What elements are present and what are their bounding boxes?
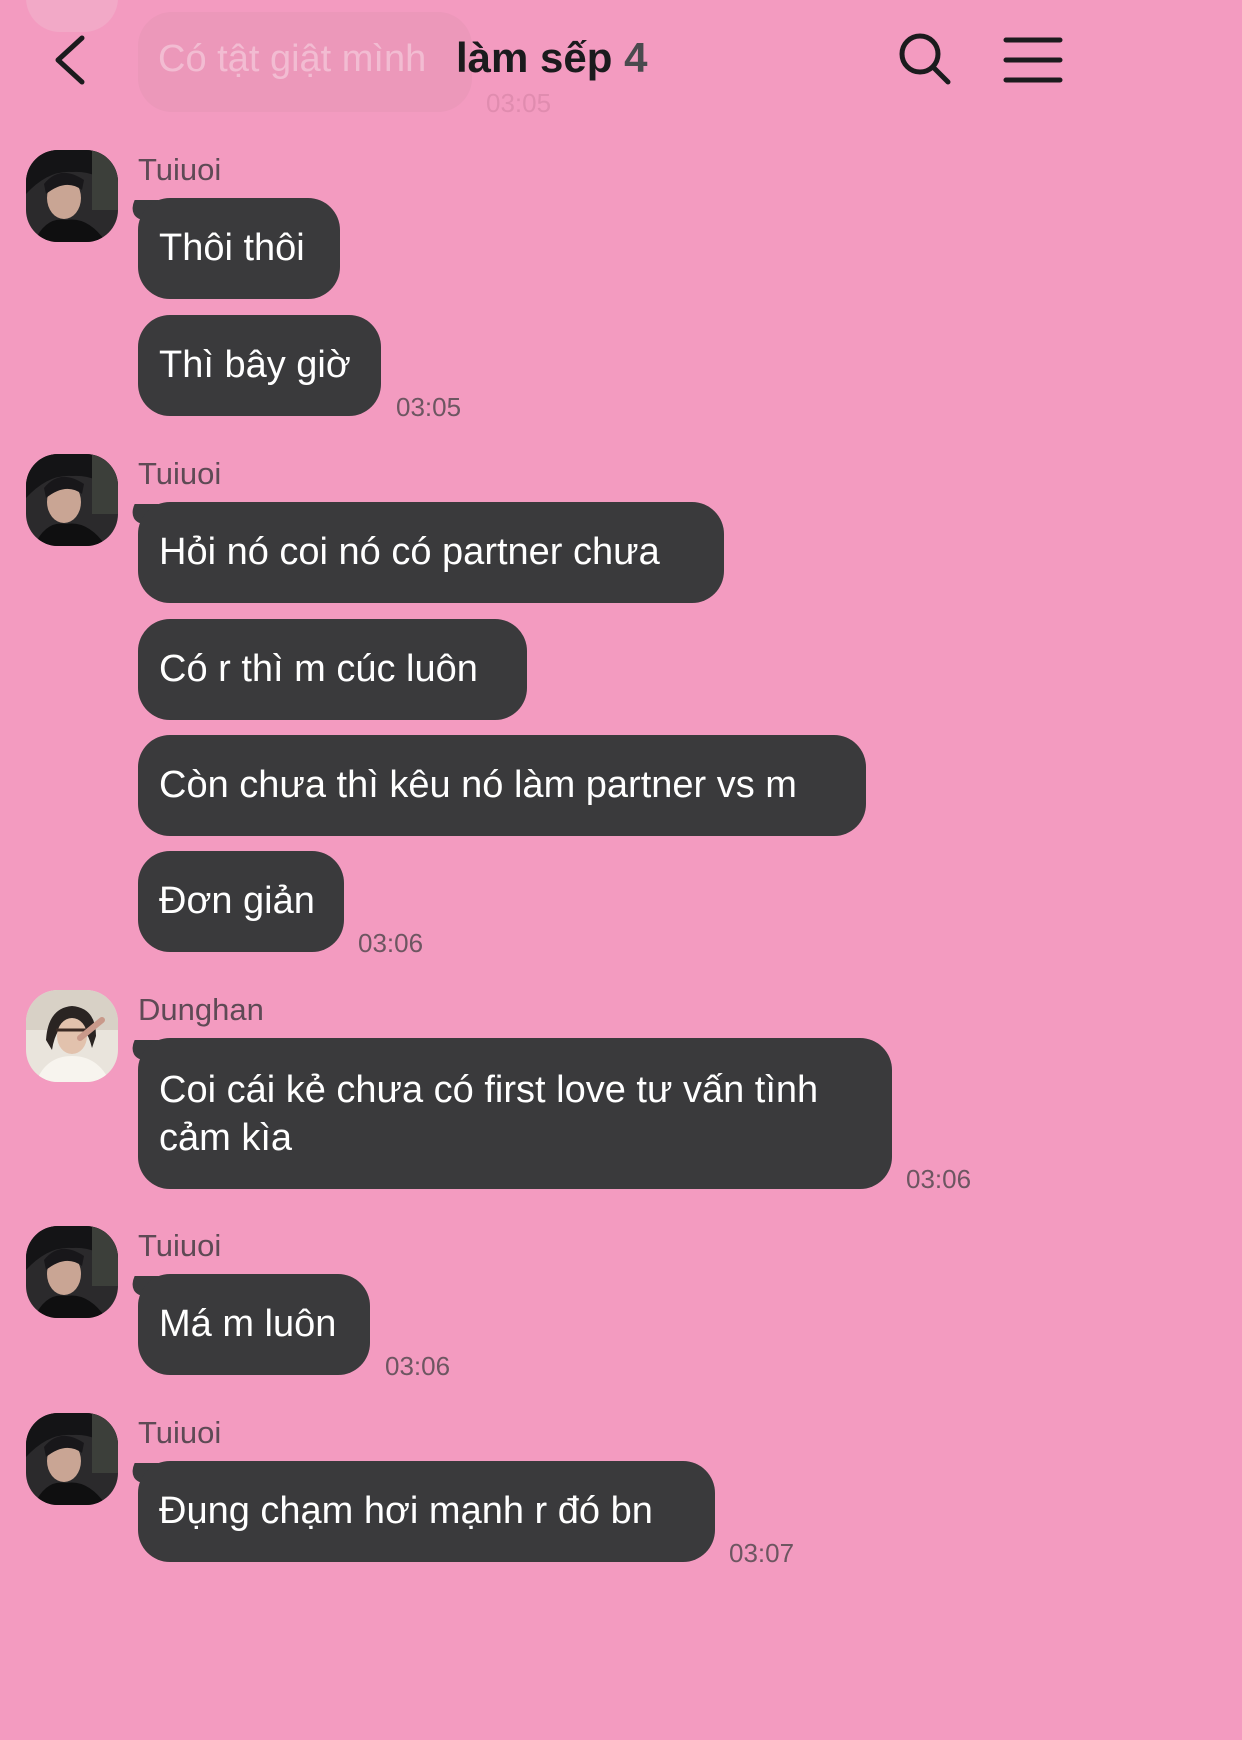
avatar-tuiuoi[interactable] <box>26 1226 118 1318</box>
avatar-image <box>26 1226 118 1318</box>
message-bubble[interactable]: Còn chưa thì kêu nó làm partner vs m <box>138 735 866 836</box>
chat-screen: Tuiuoi Thôi thôi Thì bây giờ 03:05 Tuiuo… <box>0 0 1120 1568</box>
avatar-tuiuoi[interactable] <box>26 454 118 546</box>
message-time: 03:05 <box>396 392 462 422</box>
avatar-image <box>26 454 118 546</box>
sender-name: Tuiuoi <box>138 456 222 491</box>
message-bubble[interactable]: Đụng chạm hơi mạnh r đó bn <box>138 1461 715 1562</box>
message-bubble[interactable]: Coi cái kẻ chưa có first love tư vấn tìn… <box>138 1038 892 1189</box>
message-bubble[interactable]: Đơn giản <box>138 851 344 952</box>
avatar-tuiuoi[interactable] <box>26 150 118 242</box>
avatar-dunghan[interactable] <box>26 990 118 1082</box>
message-bubble[interactable]: Thì bây giờ <box>138 315 381 416</box>
chevron-left-icon <box>55 35 85 85</box>
chat-title[interactable]: làm sếp 4 <box>456 34 647 82</box>
hamburger-menu-icon <box>1003 37 1063 83</box>
sender-name: Tuiuoi <box>138 1415 222 1450</box>
chat-header: Có tật giật mình 03:05 làm sếp 4 <box>0 0 1120 120</box>
faded-message-time: 03:05 <box>486 88 552 118</box>
group-name: làm sếp <box>456 34 613 81</box>
message-bubble[interactable]: Má m luôn <box>138 1274 370 1375</box>
message-bubble[interactable]: Có r thì m cúc luôn <box>138 619 527 720</box>
message-time: 03:06 <box>358 928 424 958</box>
faded-message-text: Có tật giật mình <box>158 38 427 80</box>
avatar-image <box>26 990 118 1082</box>
message-bubble[interactable]: Hỏi nó coi nó có partner chưa <box>138 502 724 603</box>
search-button[interactable] <box>896 30 956 90</box>
avatar-image <box>26 150 118 242</box>
avatar-tuiuoi[interactable] <box>26 1413 118 1505</box>
back-button[interactable] <box>42 28 102 92</box>
sender-name: Tuiuoi <box>138 1228 222 1263</box>
member-count: 4 <box>624 34 648 81</box>
sender-name: Tuiuoi <box>138 152 222 187</box>
search-icon <box>899 33 951 85</box>
menu-button[interactable] <box>1000 32 1066 88</box>
message-time: 03:07 <box>729 1538 795 1568</box>
message-time: 03:06 <box>906 1164 972 1194</box>
avatar-image <box>26 1413 118 1505</box>
sender-name: Dunghan <box>138 992 264 1027</box>
message-list[interactable]: Tuiuoi Thôi thôi Thì bây giờ 03:05 Tuiuo… <box>0 0 1120 1568</box>
message-bubble[interactable]: Thôi thôi <box>138 198 340 299</box>
message-time: 03:06 <box>385 1351 451 1381</box>
